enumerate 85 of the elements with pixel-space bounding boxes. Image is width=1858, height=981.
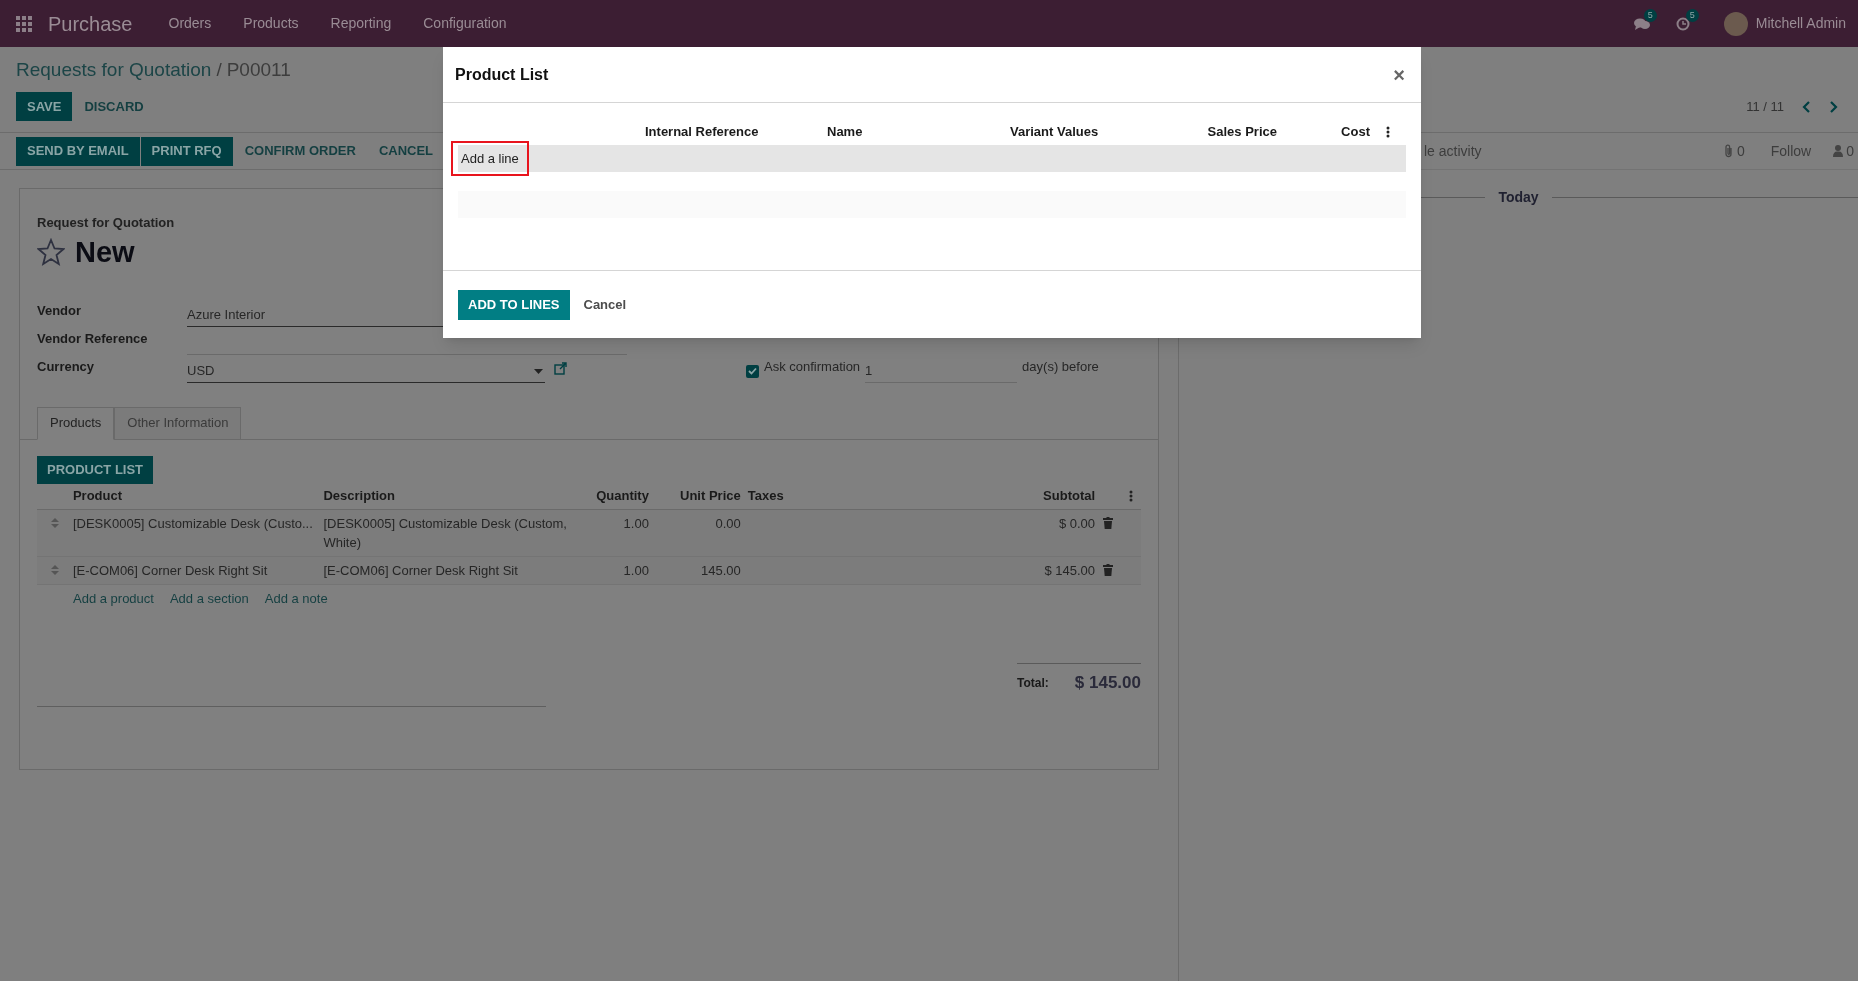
chat-bubbles-icon[interactable] (1633, 16, 1650, 31)
menu-item[interactable]: Reporting (314, 13, 408, 34)
sort-handle-icon (50, 564, 59, 575)
total-label: Total: (1017, 674, 1049, 692)
follow-button[interactable]: Follow (1770, 140, 1812, 162)
column-header: Description (323, 487, 396, 506)
table-cell-text: 1.00 (622, 514, 649, 533)
table-cell-text: $ 145.00 (1043, 561, 1096, 580)
count-badge: 5 (1643, 8, 1657, 22)
checkbox[interactable] (746, 364, 759, 378)
link[interactable]: Add a section (169, 588, 249, 608)
primary-button[interactable]: SEND BY EMAIL (16, 136, 140, 166)
table-cell-text: 0.00 (714, 514, 741, 533)
table-cell-text: 1.00 (622, 561, 649, 580)
primary-button[interactable]: PRINT RFQ (140, 136, 233, 166)
chevron-right-icon[interactable] (1828, 100, 1838, 113)
table-row[interactable]: [E-COM06] Corner Desk Right Sit [E-COM06] Corner Desk Right Sit 1.00 145.00 $ 145.00 (37, 556, 1141, 585)
column-header: Product (72, 487, 124, 506)
column-header: Cost (1340, 123, 1370, 142)
input-field[interactable]: 1 (865, 360, 1018, 383)
link-button[interactable]: CONFIRM ORDER (233, 136, 367, 166)
table-cell-text: [E-COM06] Corner Desk Right Sit (72, 561, 269, 580)
sort-handle-icon (50, 517, 59, 528)
column-header: Sales Price (1206, 123, 1277, 142)
external-link-icon (554, 361, 567, 375)
menu-item[interactable]: Orders (152, 13, 228, 34)
table-row[interactable]: [DESK0005] Customizable Desk (Custo... [DESK0005] Customizable Desk (Custom, White) 1.00 0.00 $ 0.00 (37, 509, 1141, 557)
breadcrumb-link[interactable]: Requests for Quotation (16, 58, 212, 82)
app-name[interactable]: Purchase (48, 8, 133, 39)
column-header: Variant Values (1010, 123, 1100, 142)
table-cell-text: [E-COM06] Corner Desk Right Sit (323, 561, 519, 580)
table-cell-text: $ 0.00 (1057, 514, 1096, 533)
column-header: Subtotal (1042, 487, 1096, 506)
select-field[interactable]: USD (187, 360, 545, 383)
link[interactable]: Add a product (73, 588, 154, 608)
link[interactable]: Add a note (264, 588, 328, 608)
dialog-title: Product List (455, 64, 549, 85)
primary-button[interactable]: PRODUCT LIST (37, 455, 154, 484)
tab[interactable]: Other Information (114, 406, 242, 440)
menu-item[interactable]: Products (227, 13, 315, 34)
column-header: Taxes (746, 487, 785, 506)
column-header: Unit Price (679, 487, 741, 506)
checkmark-icon (748, 367, 757, 375)
total-value: $ 145.00 (1074, 672, 1141, 694)
user-name[interactable]: Mitchell Admin (1755, 13, 1846, 34)
menu-item[interactable]: Configuration (407, 13, 523, 34)
kebab-menu-icon (1386, 126, 1390, 138)
column-header: Quantity (595, 487, 649, 506)
chevron-left-icon[interactable] (1802, 100, 1812, 113)
table-cell-text: [DESK0005] Customizable Desk (Custo... (72, 514, 314, 533)
link-button[interactable]: CANCEL (367, 136, 445, 166)
star-icon[interactable] (37, 237, 65, 266)
primary-button[interactable]: ADD TO LINES (458, 289, 570, 320)
link-button[interactable]: DISCARD (73, 92, 155, 121)
follower-count[interactable]: 0 (1846, 140, 1854, 162)
paperclip-icon (1723, 144, 1734, 158)
breadcrumb-separator: / (216, 58, 222, 82)
field-label: Vendor (37, 302, 83, 320)
person-icon (1833, 145, 1844, 157)
pager-counter: 11 / 11 (1746, 97, 1784, 116)
column-header: Internal Reference (645, 123, 760, 142)
date-separator: Today (1497, 188, 1540, 207)
checkbox-label: Ask confirmation (764, 358, 861, 376)
tab[interactable]: Products (37, 406, 115, 440)
attachment-count[interactable]: 0 (1736, 140, 1745, 162)
field-label: Vendor Reference (37, 330, 149, 348)
form-subtitle: Request for Quotation (37, 214, 176, 232)
trash-icon[interactable] (1102, 516, 1113, 529)
clock-icon[interactable] (1675, 16, 1692, 31)
field-label: Currency (37, 358, 96, 376)
column-header: Name (827, 123, 864, 142)
table-cell-text: 145.00 (699, 561, 741, 580)
kebab-menu-icon (1128, 490, 1133, 502)
breadcrumb-current: P00011 (226, 58, 291, 82)
field-suffix: day(s) before (1022, 358, 1099, 376)
trash-icon[interactable] (1102, 563, 1113, 576)
primary-button[interactable]: SAVE (16, 92, 73, 121)
caret-down-icon (534, 368, 543, 374)
avatar[interactable] (1723, 11, 1748, 36)
record-title: New (75, 234, 135, 269)
table-cell-text: [DESK0005] Customizable Desk (Custom, White) (323, 514, 568, 552)
close-button[interactable]: × (1393, 64, 1409, 85)
chatter-button[interactable]: le activity (1424, 140, 1482, 162)
apps-grid-icon[interactable] (16, 15, 32, 32)
count-badge: 5 (1685, 8, 1699, 22)
